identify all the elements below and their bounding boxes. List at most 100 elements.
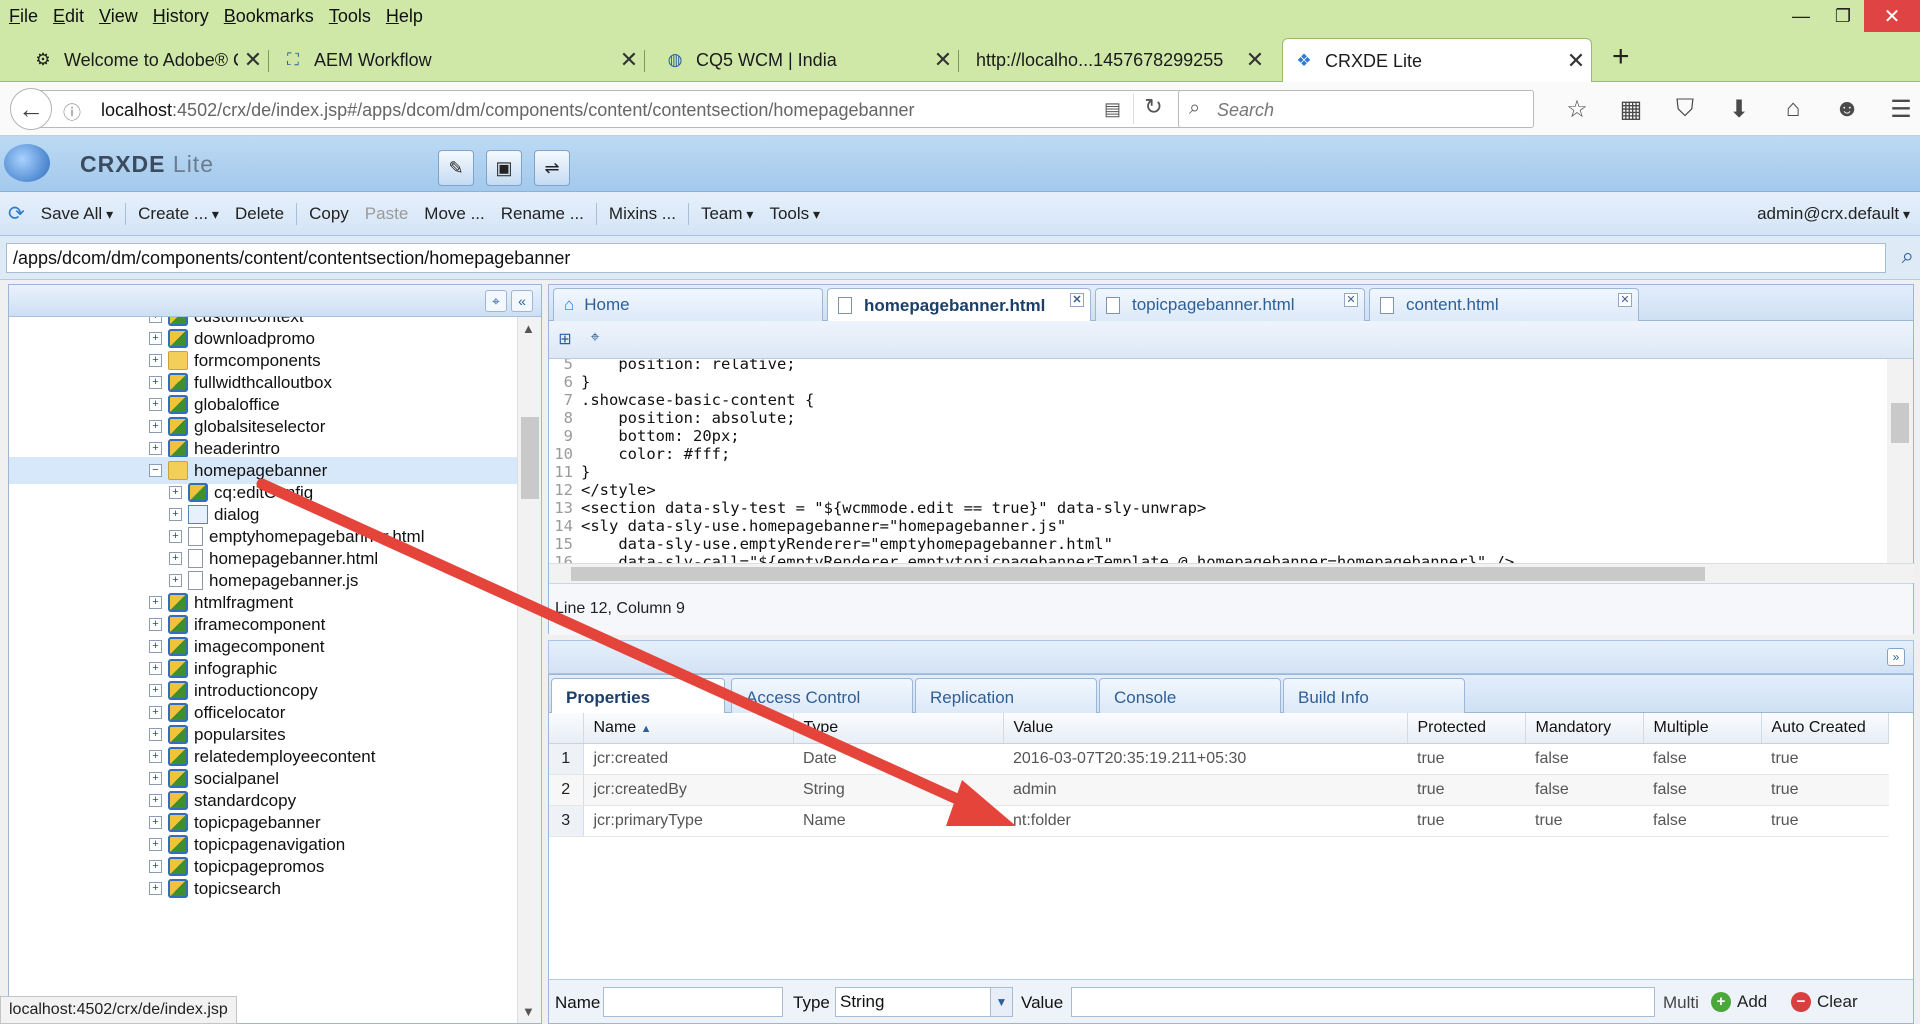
expand-icon[interactable]: +	[149, 794, 162, 807]
property-name-input[interactable]	[603, 987, 783, 1017]
paste-button[interactable]: Paste	[357, 204, 416, 224]
scroll-thumb[interactable]	[521, 417, 539, 499]
expand-icon[interactable]: +	[149, 706, 162, 719]
copy-button[interactable]: Copy	[301, 204, 357, 224]
create-button[interactable]: Create ...	[130, 204, 227, 224]
package-manager-icon[interactable]: ▣	[486, 150, 522, 186]
cell-name[interactable]: jcr:createdBy	[583, 774, 793, 806]
chat-icon[interactable]: ☻	[1820, 90, 1874, 128]
binoculars-icon[interactable]: ⌖	[485, 290, 507, 312]
browser-tab-welcome[interactable]: ⚙ Welcome to Adobe® CQ5 ✕	[22, 38, 269, 82]
expand-icon[interactable]: +	[149, 442, 162, 455]
expand-icon[interactable]: +	[149, 728, 162, 741]
code-horizontal-scrollbar[interactable]	[549, 563, 1915, 583]
browser-tab-cq5-wcm[interactable]: ◍ CQ5 WCM | India ✕	[654, 38, 959, 82]
clear-button[interactable]: − Clear	[1791, 992, 1858, 1012]
expand-icon[interactable]: +	[149, 398, 162, 411]
panel-splitter[interactable]: »	[548, 640, 1914, 674]
cell-auto[interactable]: true	[1761, 743, 1889, 775]
tree-scrollbar[interactable]: ▲ ▼	[517, 317, 541, 1023]
path-search-icon[interactable]: ⌕	[1902, 243, 1914, 269]
property-value-input[interactable]	[1071, 987, 1655, 1017]
cell-name[interactable]: jcr:created	[583, 743, 793, 775]
path-input[interactable]: /apps/dcom/dm/components/content/content…	[6, 243, 1886, 273]
tab-close-icon[interactable]: ✕	[1344, 293, 1358, 307]
tab-console[interactable]: Console	[1099, 678, 1281, 713]
url-text[interactable]: localhost:4502/crx/de/index.jsp#/apps/dc…	[101, 100, 915, 121]
expand-icon[interactable]: +	[169, 574, 182, 587]
cell-type[interactable]: String	[793, 774, 1003, 806]
browser-tab-aem-workflow[interactable]: ⛶ AEM Workflow ✕	[272, 38, 645, 82]
scroll-thumb[interactable]	[571, 567, 1705, 581]
expand-icon[interactable]: +	[149, 640, 162, 653]
add-button[interactable]: + Add	[1711, 992, 1767, 1012]
expand-icon[interactable]: +	[149, 860, 162, 873]
cell-type[interactable]: Name	[793, 805, 1003, 837]
save-all-button[interactable]: Save All	[33, 204, 121, 224]
download-icon[interactable]: ⬇	[1712, 90, 1766, 128]
develop-mode-icon[interactable]: ✎	[438, 150, 474, 186]
tab-home[interactable]: ⌂ Home	[553, 288, 823, 321]
search-bar[interactable]: ⌕ Search	[1178, 90, 1534, 128]
format-icon[interactable]: ⊞	[553, 329, 577, 351]
browser-tab-crxde[interactable]: ❖ CRXDE Lite ✕	[1282, 38, 1592, 83]
cell-mandatory[interactable]: false	[1525, 743, 1643, 775]
tab-topicpagebanner-html[interactable]: topicpagebanner.html ✕	[1095, 288, 1365, 321]
cell-protected[interactable]: true	[1407, 743, 1525, 775]
chevron-down-icon[interactable]: ▼	[990, 988, 1012, 1016]
minimize-icon[interactable]: —	[1780, 0, 1822, 32]
tab-access-control[interactable]: Access Control	[731, 678, 913, 713]
table-row[interactable]: 2 jcr:createdBy String admin true false false t…	[549, 774, 1889, 806]
expand-icon[interactable]: +	[149, 317, 162, 323]
back-button[interactable]: ←	[10, 88, 52, 130]
menu-item[interactable]: Bookmarks	[224, 6, 314, 27]
property-type-select[interactable]: String ▼	[835, 987, 1013, 1017]
scroll-up-icon[interactable]: ▲	[522, 321, 535, 336]
expand-icon[interactable]: +	[169, 530, 182, 543]
rename-button[interactable]: Rename ...	[493, 204, 592, 224]
cell-name[interactable]: jcr:primaryType	[583, 805, 793, 837]
mixins-button[interactable]: Mixins ...	[601, 204, 684, 224]
column-header-mandatory[interactable]: Mandatory	[1525, 713, 1644, 744]
menu-item[interactable]: View	[99, 6, 138, 27]
expand-icon[interactable]: +	[169, 508, 182, 521]
expand-icon[interactable]: +	[149, 750, 162, 763]
tab-build-info[interactable]: Build Info	[1283, 678, 1465, 713]
home-icon[interactable]: ⌂	[1766, 90, 1820, 128]
code-area[interactable]: 5 position: relative; 6} 7 .showcase-basic-…	[549, 359, 1889, 563]
cell-mandatory[interactable]: true	[1525, 805, 1643, 837]
tab-properties[interactable]: Properties	[551, 678, 725, 713]
expand-icon[interactable]: +	[149, 684, 162, 697]
tab-close-icon[interactable]: ✕	[614, 47, 644, 73]
column-header-type[interactable]: Type	[793, 713, 1004, 744]
tab-homepagebanner-html[interactable]: homepagebanner.html ✕	[827, 288, 1091, 322]
expand-icon[interactable]: +	[149, 332, 162, 345]
scroll-down-icon[interactable]: ▼	[522, 1004, 535, 1019]
expand-icon[interactable]: +	[149, 354, 162, 367]
expand-panel-icon[interactable]: »	[1887, 648, 1905, 666]
collapse-icon[interactable]: −	[149, 464, 162, 477]
bookmark-star-icon[interactable]: ☆	[1550, 90, 1604, 128]
tab-content-html[interactable]: content.html ✕	[1369, 288, 1639, 321]
new-tab-icon[interactable]: +	[1612, 40, 1630, 74]
cell-protected[interactable]: true	[1407, 805, 1525, 837]
team-button[interactable]: Team	[693, 204, 762, 224]
reload-icon[interactable]: ↻	[1133, 94, 1173, 124]
column-header-value[interactable]: Value	[1003, 713, 1408, 744]
tab-close-icon[interactable]: ✕	[1240, 47, 1270, 73]
expand-icon[interactable]: +	[169, 486, 182, 499]
expand-icon[interactable]: +	[149, 662, 162, 675]
cell-auto[interactable]: true	[1761, 805, 1889, 837]
tab-close-icon[interactable]: ✕	[1618, 293, 1632, 307]
expand-icon[interactable]: +	[149, 772, 162, 785]
cell-type[interactable]: Date	[793, 743, 1003, 775]
reading-list-icon[interactable]: ▦	[1604, 90, 1658, 128]
expand-icon[interactable]: +	[149, 376, 162, 389]
hamburger-menu-icon[interactable]: ☰	[1874, 90, 1920, 128]
table-row[interactable]: 1 jcr:created Date 2016-03-07T20:35:19.211+…	[549, 743, 1889, 775]
cell-value[interactable]: 2016-03-07T20:35:19.211+05:30	[1003, 743, 1407, 775]
column-header-multiple[interactable]: Multiple	[1643, 713, 1762, 744]
tab-close-icon[interactable]: ✕	[1561, 48, 1591, 74]
expand-icon[interactable]: +	[149, 618, 162, 631]
pocket-icon[interactable]: ⛉	[1658, 90, 1712, 128]
